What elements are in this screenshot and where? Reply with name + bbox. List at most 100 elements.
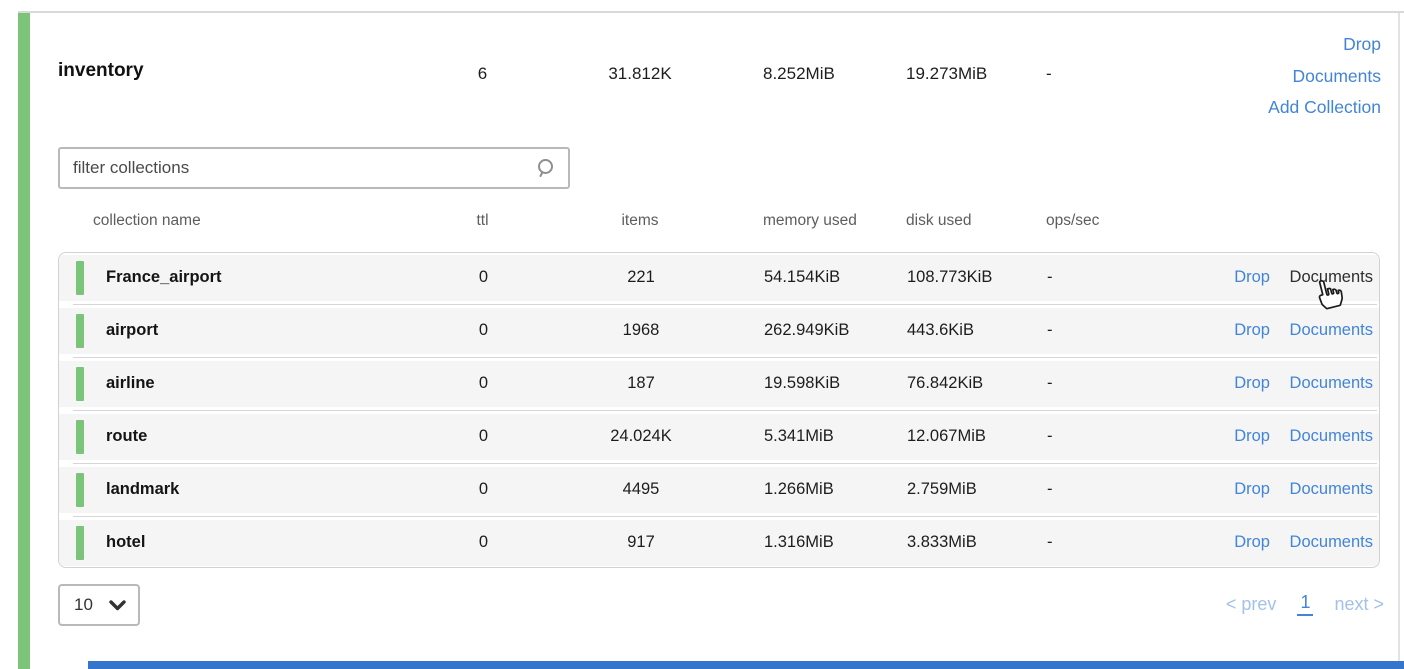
collections-screen: inventory 6 31.812K 8.252MiB 19.273MiB -…	[0, 0, 1404, 669]
row-documents-link[interactable]: Documents	[1290, 374, 1373, 392]
collection-name: France_airport	[106, 268, 222, 287]
row-divider	[73, 304, 1377, 305]
bucket-drop-link[interactable]: Drop	[1081, 29, 1381, 61]
add-collection-link[interactable]: Add Collection	[1081, 92, 1381, 124]
table-row-landmark: landmark 0 4495 1.266MiB 2.759MiB - Drop…	[59, 467, 1379, 513]
page-size-select[interactable]: 10	[58, 584, 140, 626]
row-documents-link[interactable]: Documents	[1290, 268, 1373, 286]
table-row-hotel: hotel 0 917 1.316MiB 3.833MiB - Drop Doc…	[59, 520, 1379, 566]
bucket-actions: Drop Documents Add Collection	[1081, 29, 1381, 124]
row-actions: Drop Documents	[1119, 374, 1379, 393]
header-disk-used: disk used	[906, 212, 971, 230]
ops-value: -	[1039, 321, 1119, 340]
collection-name: route	[106, 427, 147, 446]
collection-accent-chip	[76, 314, 84, 348]
row-actions: Drop Documents	[1119, 480, 1379, 499]
memory-value: 5.341MiB	[756, 427, 899, 446]
bucket-disk-used: 19.273MiB	[906, 64, 987, 84]
search-icon	[534, 157, 556, 179]
memory-value: 19.598KiB	[756, 374, 899, 393]
row-divider	[73, 357, 1377, 358]
row-actions: Drop Documents	[1119, 427, 1379, 446]
bucket-accent-bar	[18, 13, 30, 669]
header-ops-sec: ops/sec	[1046, 212, 1099, 230]
chevron-down-icon	[109, 600, 126, 611]
row-documents-link[interactable]: Documents	[1290, 321, 1373, 339]
collection-name: airport	[106, 321, 158, 340]
disk-value: 3.833MiB	[899, 533, 1039, 552]
row-drop-link[interactable]: Drop	[1234, 427, 1270, 445]
next-page-link[interactable]: next >	[1334, 594, 1384, 615]
bottom-accent-bar	[88, 661, 1404, 669]
ttl-value: 0	[441, 480, 526, 499]
table-row-france-airport: France_airport 0 221 54.154KiB 108.773Ki…	[59, 255, 1379, 301]
memory-value: 262.949KiB	[756, 321, 899, 340]
right-edge-divider	[1398, 13, 1400, 669]
filter-collections-box	[58, 147, 570, 189]
collection-accent-chip	[76, 367, 84, 401]
bucket-memory-used: 8.252MiB	[763, 64, 835, 84]
collection-name: airline	[106, 374, 155, 393]
row-documents-link[interactable]: Documents	[1290, 533, 1373, 551]
items-value: 1968	[526, 321, 756, 340]
disk-value: 108.773KiB	[899, 268, 1039, 287]
row-documents-link[interactable]: Documents	[1290, 480, 1373, 498]
items-value: 917	[526, 533, 756, 552]
memory-value: 1.316MiB	[756, 533, 899, 552]
current-page-link[interactable]: 1	[1297, 592, 1313, 616]
ops-value: -	[1039, 268, 1119, 287]
prev-page-link[interactable]: < prev	[1226, 594, 1277, 615]
ttl-value: 0	[441, 321, 526, 340]
disk-value: 76.842KiB	[899, 374, 1039, 393]
ttl-value: 0	[441, 533, 526, 552]
bucket-items: 31.812K	[525, 64, 755, 84]
ops-value: -	[1039, 533, 1119, 552]
row-drop-link[interactable]: Drop	[1234, 374, 1270, 392]
page-size-value: 10	[74, 595, 93, 615]
ttl-value: 0	[441, 268, 526, 287]
collection-name-cell: route	[59, 420, 441, 454]
ops-value: -	[1039, 427, 1119, 446]
disk-value: 443.6KiB	[899, 321, 1039, 340]
ops-value: -	[1039, 374, 1119, 393]
row-drop-link[interactable]: Drop	[1234, 268, 1270, 286]
collection-accent-chip	[76, 420, 84, 454]
row-drop-link[interactable]: Drop	[1234, 321, 1270, 339]
collection-name-cell: France_airport	[59, 261, 441, 295]
collection-name-cell: airport	[59, 314, 441, 348]
disk-value: 12.067MiB	[899, 427, 1039, 446]
items-value: 24.024K	[526, 427, 756, 446]
row-drop-link[interactable]: Drop	[1234, 480, 1270, 498]
collection-name-cell: hotel	[59, 526, 441, 560]
collection-name: landmark	[106, 480, 179, 499]
header-memory-used: memory used	[763, 212, 857, 230]
memory-value: 1.266MiB	[756, 480, 899, 499]
row-actions: Drop Documents	[1119, 321, 1379, 340]
table-row-airline: airline 0 187 19.598KiB 76.842KiB - Drop…	[59, 361, 1379, 407]
row-documents-link[interactable]: Documents	[1290, 427, 1373, 445]
row-drop-link[interactable]: Drop	[1234, 533, 1270, 551]
memory-value: 54.154KiB	[756, 268, 899, 287]
items-value: 4495	[526, 480, 756, 499]
pager: < prev 1 next >	[1226, 592, 1384, 616]
table-row-route: route 0 24.024K 5.341MiB 12.067MiB - Dro…	[59, 414, 1379, 460]
bucket-name: inventory	[58, 60, 144, 82]
top-divider	[18, 11, 1404, 13]
collection-accent-chip	[76, 473, 84, 507]
filter-collections-input[interactable]	[60, 158, 534, 178]
bucket-documents-link[interactable]: Documents	[1081, 61, 1381, 93]
ttl-value: 0	[441, 374, 526, 393]
row-actions: Drop Documents	[1119, 268, 1379, 287]
items-value: 187	[526, 374, 756, 393]
collection-accent-chip	[76, 261, 84, 295]
row-actions: Drop Documents	[1119, 533, 1379, 552]
bucket-collections-count: 6	[440, 64, 525, 84]
ops-value: -	[1039, 480, 1119, 499]
disk-value: 2.759MiB	[899, 480, 1039, 499]
header-ttl: ttl	[440, 212, 525, 230]
row-divider	[73, 410, 1377, 411]
collection-name: hotel	[106, 533, 145, 552]
table-row-airport: airport 0 1968 262.949KiB 443.6KiB - Dro…	[59, 308, 1379, 354]
row-divider	[73, 463, 1377, 464]
items-value: 221	[526, 268, 756, 287]
